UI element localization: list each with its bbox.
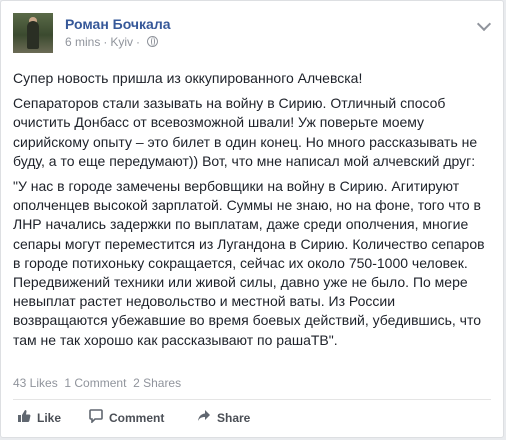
avatar-figure: [27, 21, 39, 49]
meta-separator: ·: [103, 35, 108, 49]
comments-count[interactable]: 1 Comment: [64, 376, 126, 390]
share-label: Share: [217, 411, 251, 425]
post-stats: 43 Likes 1 Comment 2 Shares: [13, 376, 181, 390]
globe-icon[interactable]: [147, 36, 159, 47]
post-card: Роман Бочкала 6 mins · Kyiv · Супер новость…: [0, 0, 504, 438]
post-paragraph: Супер новость пришла из оккупированного …: [13, 70, 363, 86]
likes-count[interactable]: 43 Likes: [13, 376, 58, 390]
comment-label: Comment: [109, 411, 165, 425]
post-paragraph: "У нас в городе замечены вербовщики на в…: [13, 178, 485, 348]
author-name[interactable]: Роман Бочкала: [65, 16, 171, 32]
chevron-down-icon[interactable]: [476, 16, 492, 32]
meta-separator-2: ·: [136, 35, 141, 49]
like-button[interactable]: Like: [17, 400, 61, 436]
post-time[interactable]: 6 mins: [65, 35, 100, 49]
share-arrow-icon: [197, 401, 211, 437]
post-meta: 6 mins · Kyiv ·: [65, 35, 159, 49]
avatar[interactable]: [13, 13, 53, 53]
action-bar: Like Comment Share: [13, 400, 491, 436]
thumbs-up-icon: [17, 401, 31, 437]
post-paragraph: Сепараторов стали зазывать на войну в Си…: [13, 95, 478, 169]
post-header: Роман Бочкала 6 mins · Kyiv ·: [13, 13, 492, 57]
comment-button[interactable]: Comment: [89, 400, 164, 436]
speech-bubble-icon: [89, 401, 103, 437]
post-location[interactable]: Kyiv: [110, 35, 133, 49]
shares-count[interactable]: 2 Shares: [133, 376, 181, 390]
post-body: Супер новость пришла из оккупированного …: [13, 69, 491, 356]
like-label: Like: [37, 411, 62, 425]
share-button[interactable]: Share: [197, 400, 250, 436]
